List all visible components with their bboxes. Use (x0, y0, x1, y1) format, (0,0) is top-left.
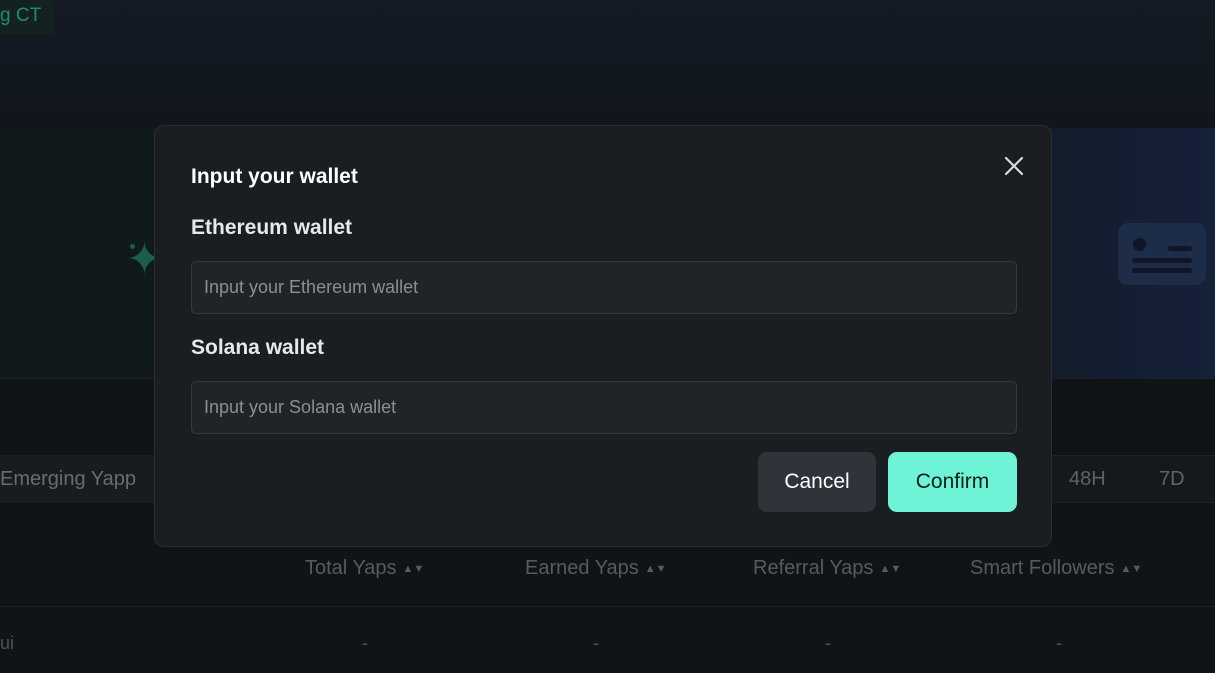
sort-icon[interactable]: ▲▼ (1120, 563, 1142, 575)
cell-earned-yaps: - (593, 633, 599, 653)
id-card-icon (1118, 223, 1206, 285)
timeframe-48h[interactable]: 48H (1069, 456, 1106, 502)
close-icon[interactable] (999, 151, 1029, 181)
sort-icon[interactable]: ▲▼ (645, 563, 667, 575)
column-header-referral-yaps[interactable]: Referral Yaps ▲▼ (753, 548, 901, 589)
column-header-label: Earned Yaps (525, 557, 639, 579)
timeframe-7d[interactable]: 7D (1159, 456, 1185, 502)
row-name: ui (0, 633, 15, 653)
cell-total-yaps: - (362, 633, 368, 653)
cell-smart-followers: - (1056, 633, 1062, 653)
ethereum-wallet-label: Ethereum wallet (191, 216, 353, 239)
sort-icon[interactable]: ▲▼ (403, 563, 425, 575)
solana-wallet-input[interactable] (191, 381, 1017, 434)
cancel-button[interactable]: Cancel (758, 452, 876, 512)
sort-icon[interactable]: ▲▼ (879, 563, 901, 575)
table-row[interactable]: ui - - - - (0, 625, 1215, 665)
modal-title: Input your wallet (191, 165, 358, 188)
column-header-total-yaps[interactable]: Total Yaps ▲▼ (305, 548, 424, 589)
column-header-label: Smart Followers (970, 557, 1115, 579)
table-divider (0, 606, 1215, 607)
column-header-label: Referral Yaps (753, 557, 874, 579)
tab-emerging-yappers[interactable]: Emerging Yapp (0, 455, 160, 503)
wallet-modal: Input your wallet Ethereum wallet Solana… (154, 125, 1052, 547)
top-tag[interactable]: g CT (0, 0, 54, 34)
column-header-label: Total Yaps (305, 557, 397, 579)
header-band (0, 0, 1215, 128)
table-header: Total Yaps ▲▼ Earned Yaps ▲▼ Referral Yaps… (0, 548, 1215, 588)
timeframe-selector: 48H 7D (1050, 455, 1215, 503)
confirm-button[interactable]: Confirm (888, 452, 1017, 512)
cell-referral-yaps: - (825, 633, 831, 653)
solana-wallet-label: Solana wallet (191, 336, 325, 359)
column-header-earned-yaps[interactable]: Earned Yaps ▲▼ (525, 548, 667, 589)
column-header-smart-followers[interactable]: Smart Followers ▲▼ (970, 548, 1142, 589)
ethereum-wallet-input[interactable] (191, 261, 1017, 314)
